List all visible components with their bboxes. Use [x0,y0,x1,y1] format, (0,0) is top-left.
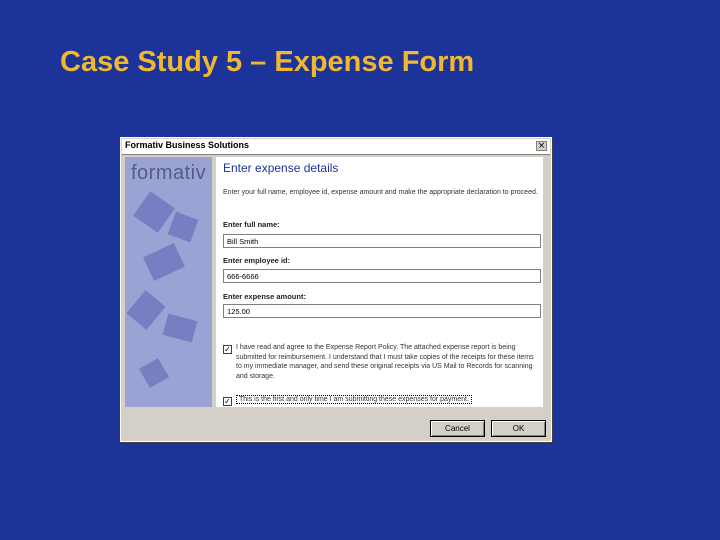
dialog-title: Formativ Business Solutions [125,140,250,150]
dialog-titlebar[interactable]: Formativ Business Solutions × [122,139,550,155]
decor-shape [126,290,166,330]
expense-amount-input[interactable]: 125.00 [223,304,541,318]
slide-title: Case Study 5 – Expense Form [60,46,475,78]
employee-id-label: Enter employee id: [223,256,291,265]
first-submission-text: This is the first and only time I am sub… [236,395,540,405]
decor-shape [138,357,170,389]
brand-side-panel: formativ [125,157,212,407]
expense-amount-label: Enter expense amount: [223,292,306,301]
policy-declaration-text: I have read and agree to the Expense Rep… [236,344,534,380]
ok-button[interactable]: OK [491,420,546,437]
full-name-label: Enter full name: [223,220,280,229]
expense-dialog: Formativ Business Solutions × formativ E… [120,137,552,442]
close-icon[interactable]: × [536,141,547,151]
full-name-input[interactable]: Bill Smith [223,234,541,248]
employee-id-input[interactable]: 666-6666 [223,269,541,283]
brand-logo: formativ [131,162,207,184]
first-submission-label: This is the first and only time I am sub… [236,395,472,404]
decor-shape [162,313,198,343]
cancel-button[interactable]: Cancel [430,420,485,437]
form-heading: Enter expense details [223,161,339,175]
form-instructions: Enter your full name, employee id, expen… [223,189,538,196]
form-content: Enter expense details Enter your full na… [216,157,543,407]
policy-checkbox[interactable]: ✓ [223,345,232,354]
decor-shape [167,211,199,243]
decor-shape [133,191,175,233]
first-submission-checkbox[interactable]: ✓ [223,397,232,406]
decor-shape [143,243,185,281]
